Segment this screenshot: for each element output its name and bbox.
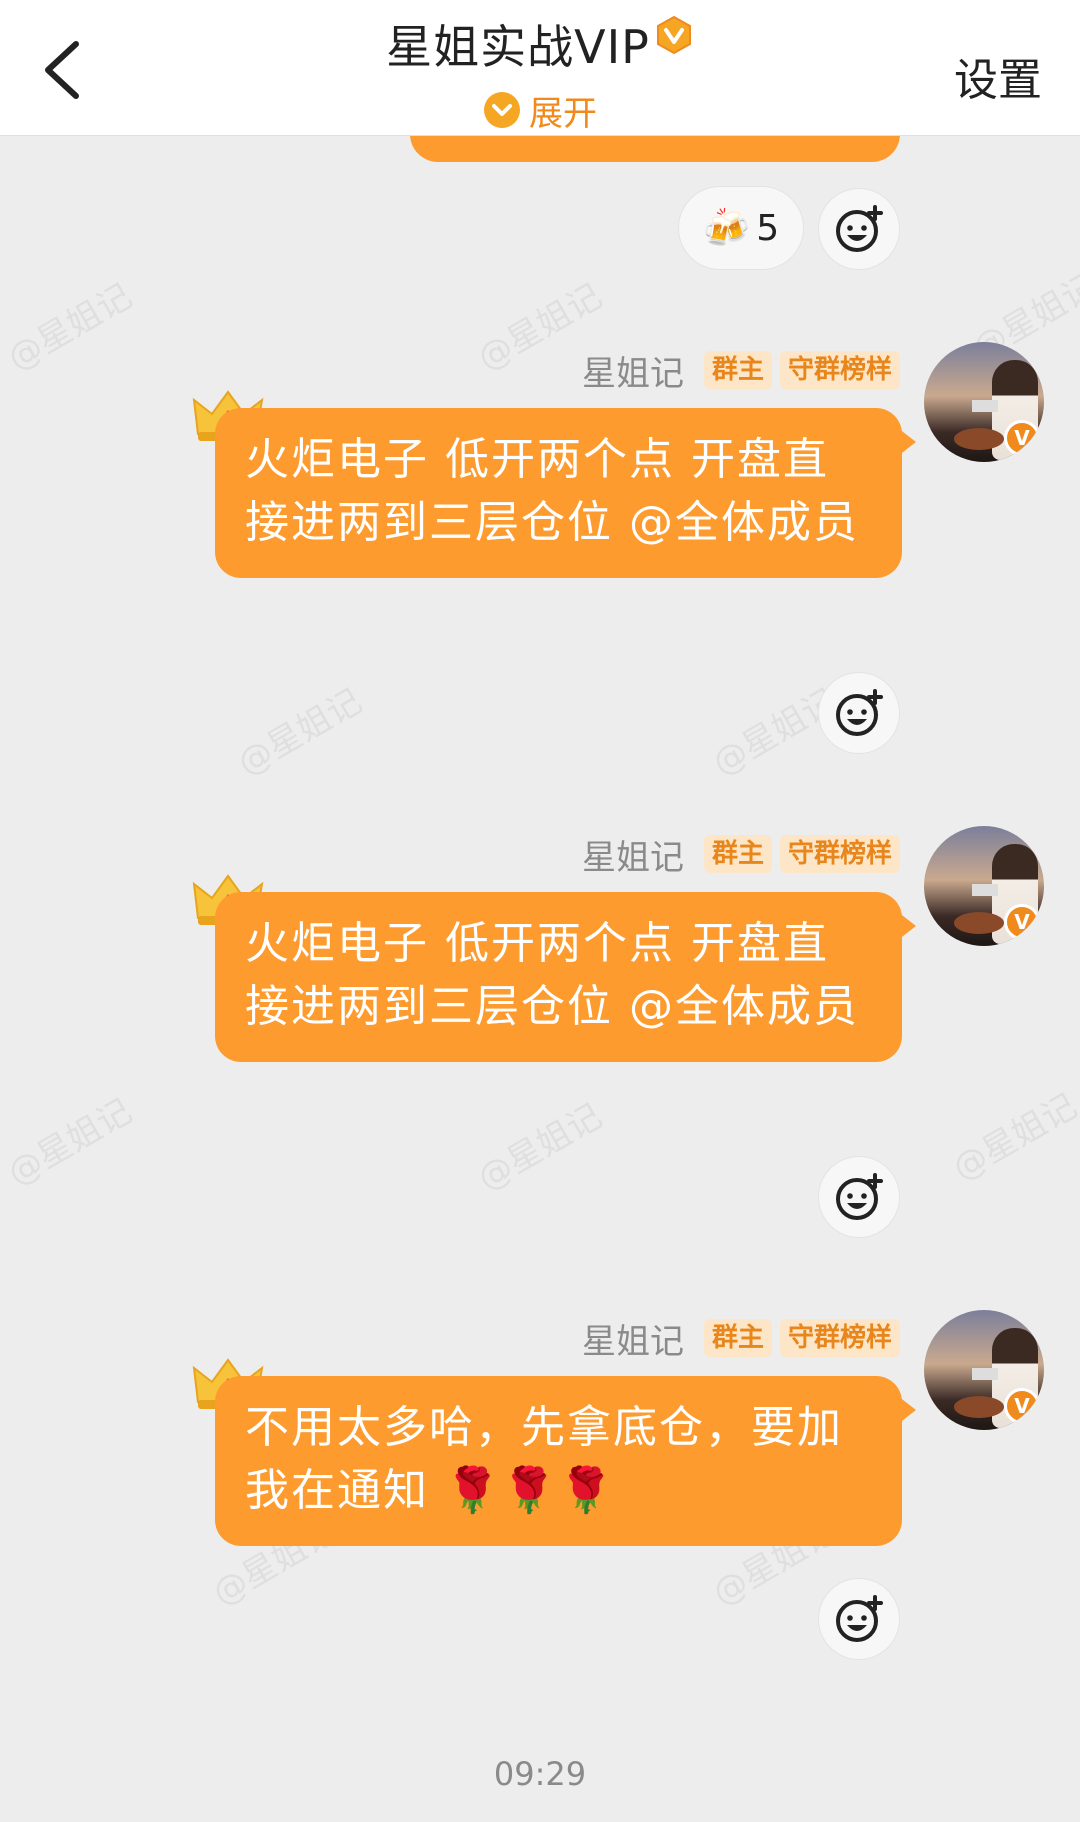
reaction-pill[interactable]: 🍻 5 xyxy=(678,186,804,270)
expand-label: 展开 xyxy=(529,93,597,134)
chat-header: 星姐实战VIP 展开 设置 xyxy=(0,0,1080,136)
sender-name[interactable]: 星姐记 xyxy=(582,346,684,395)
avatar-plate xyxy=(954,428,1004,450)
message-bubble[interactable]: 火炬电子 低开两个点 开盘直接进两到三层仓位 @全体成员 xyxy=(215,892,916,1062)
guard-tag: 守群榜样 xyxy=(779,835,900,873)
message-text: 火炬电子 低开两个点 开盘直接进两到三层仓位 @全体成员 xyxy=(245,918,859,1032)
timestamp: 09:29 xyxy=(493,1755,587,1793)
bubble-tail xyxy=(898,1396,916,1424)
guard-tag: 守群榜样 xyxy=(779,1319,900,1357)
add-emoji-icon xyxy=(836,1173,883,1220)
sender-name[interactable]: 星姐记 xyxy=(582,830,684,879)
add-emoji-icon xyxy=(836,689,883,736)
add-emoji-icon xyxy=(836,1595,883,1642)
message-text: 不用太多哈，先拿底仓，要加我在通知 🌹🌹🌹 xyxy=(245,1402,843,1516)
add-reaction-button[interactable] xyxy=(818,672,900,754)
guard-tag: 守群榜样 xyxy=(779,351,900,389)
beer-emoji-icon: 🍻 xyxy=(702,205,751,250)
group-title: 星姐实战VIP xyxy=(386,20,650,74)
avatar-sign xyxy=(972,400,998,412)
avatar-sign xyxy=(972,884,998,896)
add-reaction-button[interactable] xyxy=(818,188,900,270)
verified-badge-icon: V xyxy=(1004,420,1040,456)
watermark: @星姐记 xyxy=(470,1096,609,1199)
settings-button[interactable]: 设置 xyxy=(954,44,1042,108)
watermark: @星姐记 xyxy=(945,1086,1080,1189)
avatar-plate xyxy=(954,1396,1004,1418)
bubble-tail xyxy=(898,428,916,456)
avatar[interactable]: V xyxy=(924,342,1044,462)
expand-button[interactable]: 展开 xyxy=(0,86,1080,134)
watermark: @星姐记 xyxy=(0,1091,139,1194)
sender-row: 星姐记 群主 守群榜样 xyxy=(582,346,900,395)
avatar[interactable]: V xyxy=(924,1310,1044,1430)
sender-row: 星姐记 群主 守群榜样 xyxy=(582,830,900,879)
verified-badge-icon: V xyxy=(1004,1388,1040,1424)
add-reaction-button[interactable] xyxy=(818,1578,900,1660)
owner-tag: 群主 xyxy=(703,835,772,873)
sender-row: 星姐记 群主 守群榜样 xyxy=(582,1314,900,1363)
watermark: @星姐记 xyxy=(230,681,369,784)
bubble-tail xyxy=(898,912,916,940)
vip-badge-icon xyxy=(656,15,691,55)
message-text: 火炬电子 低开两个点 开盘直接进两到三层仓位 @全体成员 xyxy=(245,434,859,548)
verified-badge-icon: V xyxy=(1004,904,1040,940)
add-reaction-button[interactable] xyxy=(818,1156,900,1238)
owner-tag: 群主 xyxy=(703,1319,772,1357)
avatar-plate xyxy=(954,912,1004,934)
chevron-down-circle-icon xyxy=(484,92,520,128)
avatar-sign xyxy=(972,1368,998,1380)
add-emoji-icon xyxy=(836,205,883,252)
reaction-count: 5 xyxy=(756,207,780,249)
title-row[interactable]: 星姐实战VIP xyxy=(0,12,1080,76)
watermark: @星姐记 xyxy=(0,276,139,379)
message-bubble[interactable]: 火炬电子 低开两个点 开盘直接进两到三层仓位 @全体成员 xyxy=(215,408,916,578)
message-bubble[interactable]: 不用太多哈，先拿底仓，要加我在通知 🌹🌹🌹 xyxy=(215,1376,916,1546)
sender-name[interactable]: 星姐记 xyxy=(582,1314,684,1363)
avatar[interactable]: V xyxy=(924,826,1044,946)
owner-tag: 群主 xyxy=(703,351,772,389)
